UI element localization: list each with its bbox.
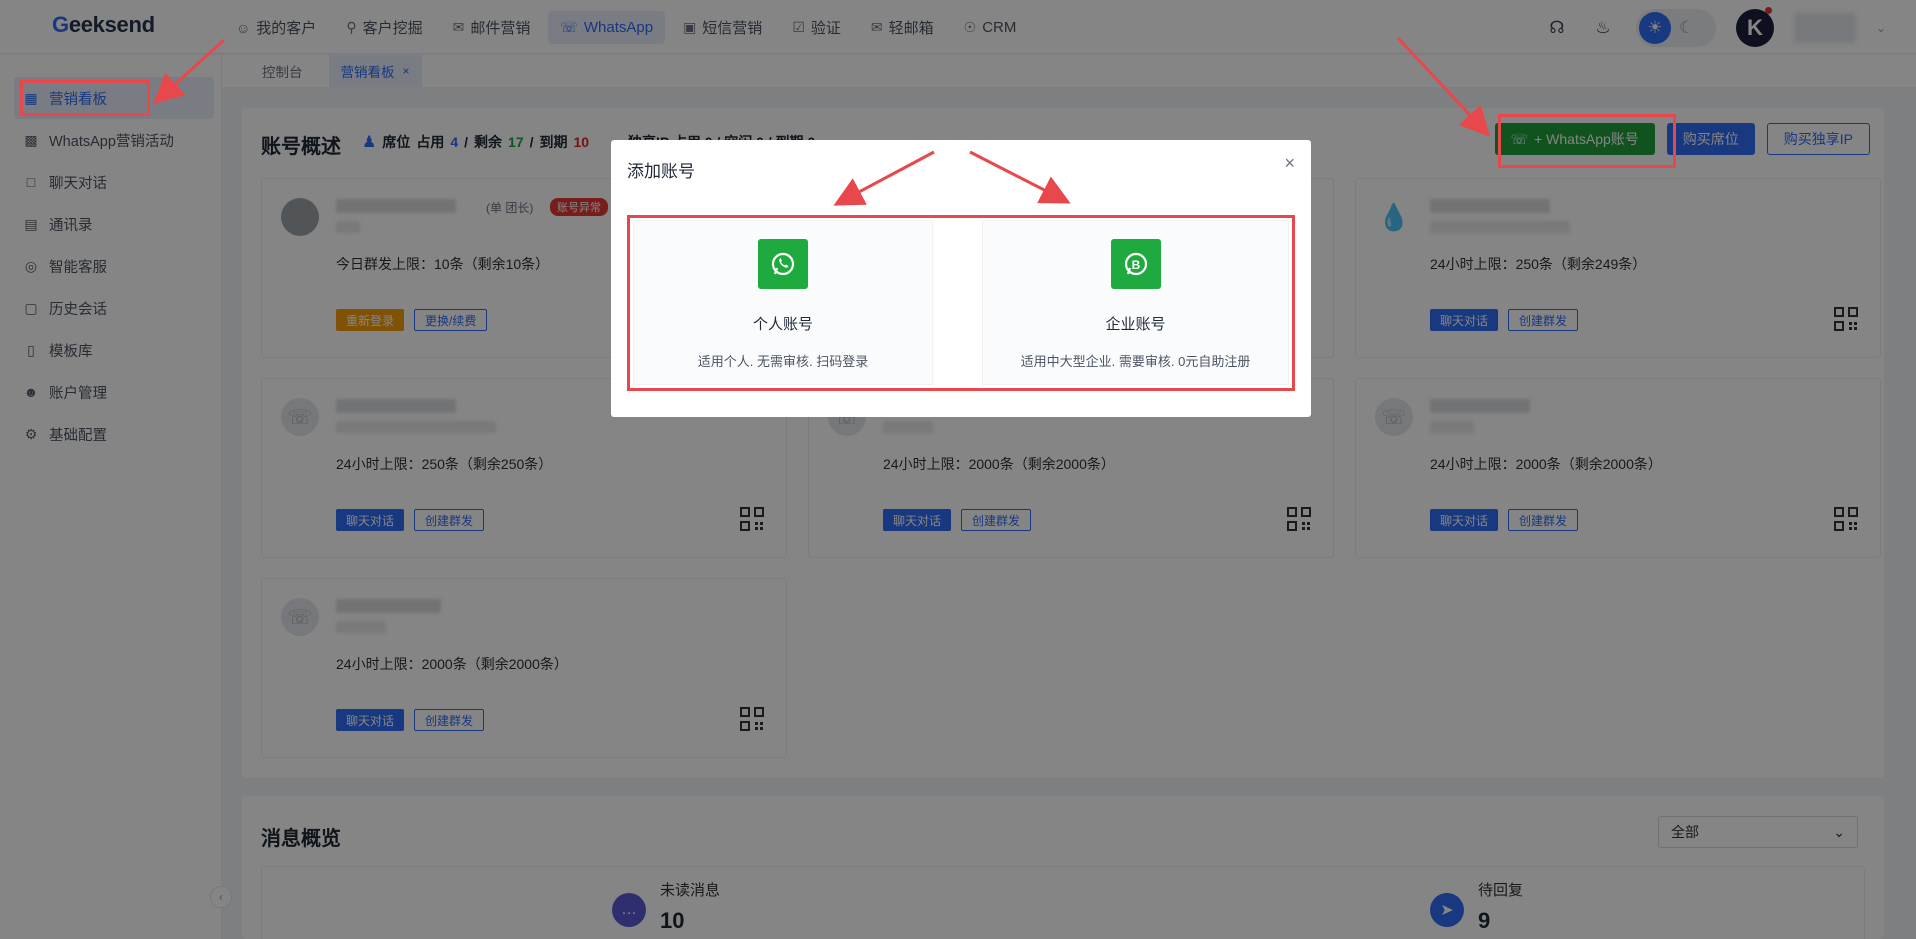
personal-account-option[interactable]: 个人账号 适用个人. 无需审核. 扫码登录 (633, 220, 933, 385)
add-account-modal: 添加账号 × 个人账号 适用个人. 无需审核. 扫码登录 B 企业账号 适用中大… (611, 140, 1311, 417)
business-account-option[interactable]: B 企业账号 适用中大型企业. 需要审核. 0元自助注册 (982, 220, 1289, 385)
whatsapp-icon (758, 239, 808, 289)
whatsapp-business-icon: B (1110, 239, 1161, 289)
svg-text:B: B (1131, 258, 1140, 272)
modal-title: 添加账号 (627, 162, 695, 181)
close-icon[interactable]: × (1284, 153, 1295, 174)
